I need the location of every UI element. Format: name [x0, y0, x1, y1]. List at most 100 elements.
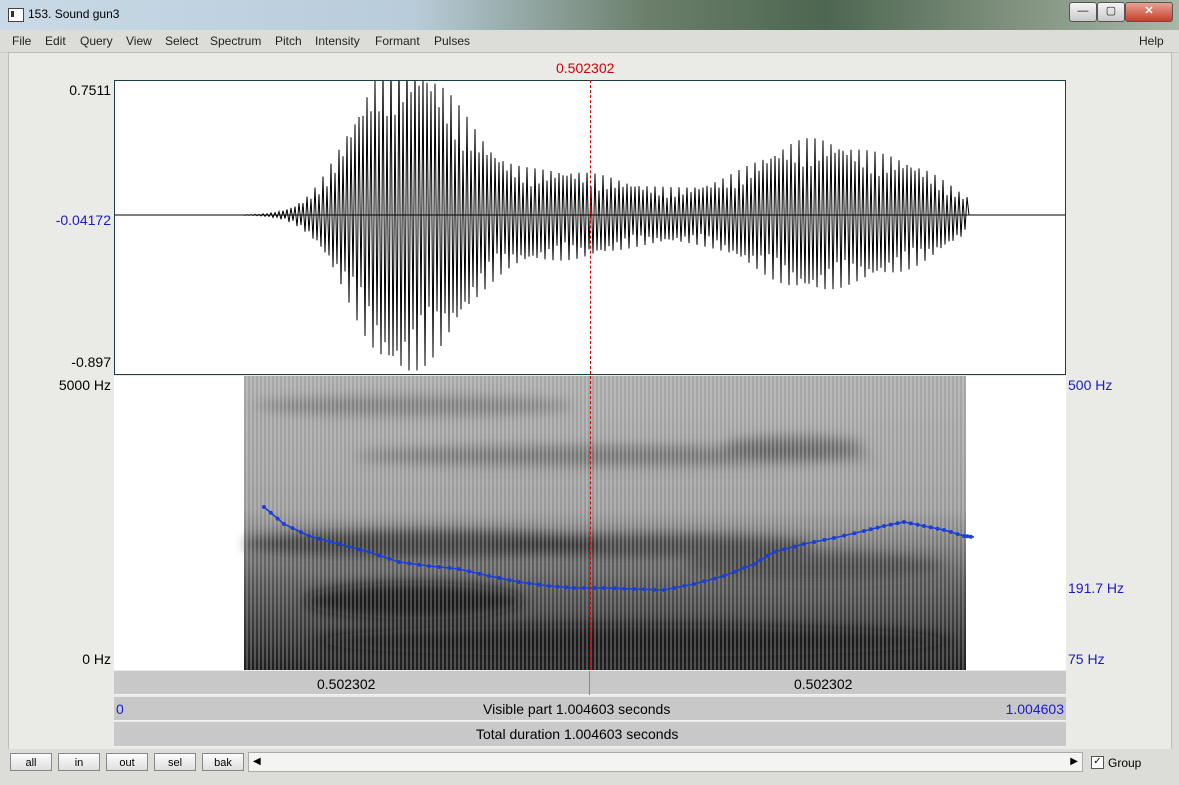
menu-formant[interactable]: Formant	[375, 34, 420, 48]
total-duration-bar[interactable]: Total duration 1.004603 seconds	[114, 722, 1066, 747]
pitch-point	[337, 542, 341, 546]
window-title: 153. Sound gun3	[28, 7, 120, 21]
pitch-point	[527, 581, 532, 586]
zoom-out-button[interactable]: out	[106, 753, 148, 771]
menu-pulses[interactable]: Pulses	[434, 34, 470, 48]
pitch-point	[722, 574, 726, 578]
pitch-point	[962, 534, 966, 538]
pitch-point	[852, 531, 857, 536]
zoom-in-button[interactable]: in	[58, 753, 100, 771]
pitch-point	[427, 564, 431, 568]
pitch-point	[282, 522, 286, 526]
group-label: Group	[1108, 756, 1142, 770]
pitch-point	[928, 525, 933, 530]
spectrogram-texture	[244, 376, 966, 670]
menu-help[interactable]: Help	[1139, 34, 1164, 48]
pitch-point	[902, 520, 906, 524]
menu-spectrum[interactable]: Spectrum	[210, 34, 261, 48]
close-button[interactable]: ✕	[1125, 2, 1173, 22]
pitch-point	[868, 527, 873, 532]
total-duration-text: Total duration 1.004603 seconds	[476, 726, 679, 742]
horizontal-scrollbar[interactable]: ◀ ▶	[248, 752, 1083, 772]
pitch-point	[447, 566, 452, 570]
pitch-point	[822, 537, 827, 542]
pitch-point	[782, 547, 787, 552]
bar-divider	[589, 671, 590, 695]
pitch-point	[467, 569, 472, 574]
pitch-point	[662, 588, 666, 592]
pitch-point	[497, 576, 502, 580]
pitch-point	[792, 544, 797, 549]
pitch-point	[632, 587, 636, 591]
pitch-point	[968, 534, 973, 539]
pitch-point	[942, 528, 946, 532]
pitch-point	[347, 544, 352, 549]
pitch-point	[772, 550, 776, 554]
spectrogram-bottom-label: 0 Hz	[82, 651, 111, 667]
menu-pitch[interactable]: Pitch	[275, 34, 302, 48]
scroll-left-icon[interactable]: ◀	[253, 756, 261, 767]
pitch-point	[935, 526, 940, 531]
zoom-selection-button[interactable]: sel	[154, 753, 196, 771]
pitch-point	[507, 578, 512, 583]
pitch-point	[692, 582, 696, 586]
pitch-point	[487, 574, 491, 578]
selection-time-bar[interactable]: 0.502302 0.502302	[114, 671, 1066, 695]
pitch-point	[652, 587, 657, 592]
maximize-button[interactable]: ▢	[1097, 2, 1125, 22]
pitch-point	[387, 556, 392, 561]
pitch-point	[802, 542, 806, 546]
pitch-point	[732, 569, 737, 574]
pitch-point	[327, 539, 332, 544]
pitch-point	[457, 567, 461, 571]
pitch-point	[307, 534, 311, 538]
pitch-point	[555, 584, 560, 589]
pitch-point	[862, 529, 866, 533]
pitch-point	[955, 532, 960, 537]
pitch-point	[572, 586, 576, 590]
pitch-point	[268, 510, 273, 515]
visible-part-text: Visible part 1.004603 seconds	[483, 701, 671, 717]
pitch-point	[582, 586, 587, 590]
pitch-point	[397, 560, 401, 564]
visible-start: 0	[116, 701, 124, 717]
pitch-point	[895, 521, 900, 526]
pitch-point	[965, 534, 970, 539]
spectrogram-top-label: 5000 Hz	[58, 377, 111, 393]
visible-part-bar[interactable]: 0 Visible part 1.004603 seconds 1.004603	[114, 697, 1066, 721]
pitch-point	[537, 582, 542, 587]
pitch-point	[832, 536, 836, 540]
menu-query[interactable]: Query	[80, 34, 113, 48]
pitch-point	[882, 524, 886, 528]
pitch-point	[477, 571, 482, 576]
pitch-point	[712, 576, 717, 581]
visible-end: 1.004603	[1005, 701, 1064, 717]
pitch-point	[407, 561, 412, 566]
zoom-all-button[interactable]: all	[10, 753, 52, 771]
pitch-point	[672, 586, 677, 590]
menu-select[interactable]: Select	[165, 34, 198, 48]
menu-intensity[interactable]: Intensity	[315, 34, 360, 48]
pitch-bottom-label: 75 Hz	[1068, 651, 1105, 667]
menu-edit[interactable]: Edit	[45, 34, 66, 48]
minimize-button[interactable]: —	[1069, 2, 1097, 22]
pitch-top-label: 500 Hz	[1068, 377, 1113, 393]
pitch-point	[682, 583, 687, 588]
waveform-min-label: -0.897	[71, 354, 111, 370]
scroll-right-icon[interactable]: ▶	[1070, 756, 1078, 767]
group-checkbox[interactable]: ✓	[1091, 756, 1104, 769]
pitch-point	[275, 516, 280, 521]
pitch-point	[377, 553, 382, 558]
menu-file[interactable]: File	[12, 34, 31, 48]
window-icon	[8, 8, 24, 22]
menu-view[interactable]: View	[126, 34, 152, 48]
pitch-point	[875, 525, 880, 530]
pitch-point	[602, 586, 606, 590]
pitch-point	[299, 530, 303, 535]
pitch-point	[564, 585, 568, 590]
waveform-zero-label: -0.04172	[55, 212, 111, 228]
pitch-point	[908, 521, 913, 526]
pitch-point	[702, 579, 707, 584]
zoom-back-button[interactable]: bak	[202, 753, 244, 771]
pitch-point	[915, 522, 920, 527]
